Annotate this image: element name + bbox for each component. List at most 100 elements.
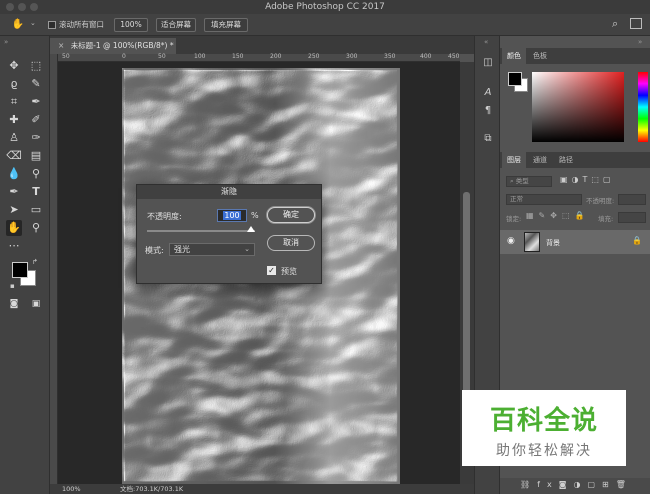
eraser-tool-icon[interactable]: ⌫ bbox=[6, 148, 22, 164]
tab-paths[interactable]: 路径 bbox=[554, 152, 578, 168]
chevron-down-icon: ⌄ bbox=[244, 245, 250, 253]
fill-screen-button[interactable]: 填充屏幕 bbox=[204, 18, 248, 32]
ruler-label: 100 bbox=[194, 53, 206, 60]
tab-layers[interactable]: 图层 bbox=[502, 152, 526, 168]
layer-action-icons[interactable]: ⛓fx◙◑▢⊞🗑 bbox=[520, 480, 633, 489]
fade-dialog: 渐隐 不透明度: 100 % 模式: 强光 ⌄ 确定 取消 ✓ 预览 bbox=[136, 184, 322, 284]
type-tool-icon[interactable]: T bbox=[28, 184, 44, 200]
fade-mode-value: 强光 bbox=[174, 245, 190, 254]
ok-button[interactable]: 确定 bbox=[267, 207, 315, 223]
opacity-label: 不透明度: bbox=[586, 197, 615, 205]
path-selection-tool-icon[interactable]: ➤ bbox=[6, 202, 22, 218]
collapse-dock-icon[interactable]: » bbox=[638, 38, 642, 46]
brush-tool-icon[interactable]: ✐ bbox=[28, 112, 44, 128]
tab-channels[interactable]: 通道 bbox=[528, 152, 552, 168]
horizontal-ruler: 50 0 50 100 150 200 250 300 350 400 450 bbox=[58, 53, 460, 62]
fade-dialog-title: 渐隐 bbox=[137, 185, 321, 199]
foreground-color-swatch[interactable] bbox=[12, 262, 28, 278]
tab-color[interactable]: 颜色 bbox=[502, 48, 526, 64]
ruler-label: 50 bbox=[158, 53, 166, 60]
close-window-icon[interactable] bbox=[6, 3, 14, 11]
adjustments-icon[interactable]: ⧉ bbox=[481, 132, 495, 146]
layer-name: 背景 bbox=[546, 239, 560, 247]
layer-row[interactable]: ◉ 背景 🔒 bbox=[500, 230, 650, 254]
ruler-label: 450 bbox=[448, 53, 460, 60]
blend-mode-select[interactable]: 正常 bbox=[506, 194, 582, 205]
close-tab-icon[interactable]: × bbox=[58, 41, 64, 50]
chevron-down-icon[interactable]: ⌄ bbox=[30, 19, 36, 27]
ruler-label: 400 bbox=[420, 53, 432, 60]
workspace-icon[interactable] bbox=[630, 18, 642, 29]
lock-icon: 🔒 bbox=[632, 236, 642, 245]
screen-mode-icon[interactable]: ▣ bbox=[28, 296, 44, 312]
preview-label: 预览 bbox=[281, 267, 297, 276]
vertical-ruler bbox=[50, 54, 58, 484]
rectangle-tool-icon[interactable]: ▭ bbox=[28, 202, 44, 218]
zoom-tool-icon[interactable]: ⚲ bbox=[28, 220, 44, 236]
lasso-tool-icon[interactable]: ϱ bbox=[6, 76, 22, 92]
minimize-window-icon[interactable] bbox=[18, 3, 26, 11]
crop-tool-icon[interactable]: ⌗ bbox=[6, 94, 22, 110]
clone-stamp-tool-icon[interactable]: ♙ bbox=[6, 130, 22, 146]
percent-label: % bbox=[251, 211, 259, 220]
options-bar: ✋ ⌄ 滚动所有窗口 100% 适合屏幕 填充屏幕 ⌕ bbox=[0, 14, 650, 36]
layer-kind-filter[interactable]: ⌕ 类型 bbox=[506, 176, 552, 187]
hand-tool-preset-icon[interactable]: ✋ bbox=[10, 17, 26, 33]
dodge-tool-icon[interactable]: ⚲ bbox=[28, 166, 44, 182]
scroll-all-windows-label: 滚动所有窗口 bbox=[59, 20, 104, 29]
ruler-label: 350 bbox=[384, 53, 396, 60]
layer-kind-filter-label: 类型 bbox=[515, 177, 529, 185]
quick-select-tool-icon[interactable]: ✎ bbox=[28, 76, 44, 92]
edit-toolbar-icon[interactable]: ⋯ bbox=[6, 238, 22, 254]
watermark: 百科全说 助你轻松解决 bbox=[462, 390, 626, 466]
lock-icons[interactable]: ▦✎✥⬚🔒 bbox=[526, 211, 589, 220]
pen-tool-icon[interactable]: ✒ bbox=[6, 184, 22, 200]
document-info[interactable]: 文档:703.1K/703.1K bbox=[120, 484, 183, 494]
character-panel-icon[interactable]: A bbox=[481, 86, 495, 100]
quick-mask-icon[interactable]: ◙ bbox=[6, 296, 22, 312]
document-tab[interactable]: × 未标题-1 @ 100%(RGB/8*) * bbox=[50, 38, 176, 54]
panel-fg-swatch[interactable] bbox=[508, 72, 522, 86]
swap-colors-icon[interactable]: ↱ bbox=[32, 258, 38, 266]
expand-panels-icon[interactable]: « bbox=[484, 38, 488, 46]
fade-opacity-slider[interactable] bbox=[147, 230, 255, 232]
zoom-window-icon[interactable] bbox=[30, 3, 38, 11]
document-tab-bar: × 未标题-1 @ 100%(RGB/8*) * bbox=[50, 36, 474, 54]
hand-tool-icon[interactable]: ✋ bbox=[6, 220, 22, 236]
lock-label: 锁定: bbox=[506, 215, 522, 223]
eyedropper-tool-icon[interactable]: ✒ bbox=[28, 94, 44, 110]
scroll-all-windows-checkbox[interactable] bbox=[48, 21, 56, 29]
collapse-toolbar-icon[interactable]: » bbox=[4, 38, 8, 46]
fill-field[interactable] bbox=[618, 212, 646, 223]
fade-opacity-value: 100 bbox=[223, 211, 241, 220]
tab-swatches[interactable]: 色板 bbox=[528, 48, 552, 64]
layers-panel-tabs: 图层 通道 路径 bbox=[500, 152, 650, 168]
fade-opacity-input[interactable]: 100 bbox=[217, 209, 247, 222]
move-tool-icon[interactable]: ✥ bbox=[6, 58, 22, 74]
zoom-level[interactable]: 100% bbox=[62, 484, 81, 494]
fade-opacity-slider-handle[interactable] bbox=[247, 226, 255, 232]
preview-checkbox[interactable]: ✓ bbox=[267, 266, 276, 275]
opacity-field[interactable] bbox=[618, 194, 646, 205]
color-picker-field[interactable] bbox=[532, 72, 624, 142]
marquee-tool-icon[interactable]: ⬚ bbox=[28, 58, 44, 74]
gradient-tool-icon[interactable]: ▤ bbox=[28, 148, 44, 164]
cancel-button[interactable]: 取消 bbox=[267, 235, 315, 251]
fit-screen-button[interactable]: 适合屏幕 bbox=[156, 18, 196, 32]
window-title: Adobe Photoshop CC 2017 bbox=[265, 2, 385, 12]
eye-icon[interactable]: ◉ bbox=[507, 236, 515, 246]
layer-filter-icons[interactable]: ▣◑T⬚▢ bbox=[560, 175, 615, 184]
fade-mode-select[interactable]: 强光 ⌄ bbox=[169, 243, 255, 256]
paragraph-panel-icon[interactable]: ¶ bbox=[481, 104, 495, 118]
ruler-label: 50 bbox=[62, 53, 70, 60]
ruler-label: 250 bbox=[308, 53, 320, 60]
libraries-icon[interactable]: ◫ bbox=[481, 56, 495, 70]
zoom-100-button[interactable]: 100% bbox=[114, 18, 148, 32]
blur-tool-icon[interactable]: 💧 bbox=[6, 166, 22, 182]
search-icon[interactable]: ⌕ bbox=[612, 17, 618, 31]
healing-brush-tool-icon[interactable]: ✚ bbox=[6, 112, 22, 128]
hue-slider[interactable] bbox=[638, 72, 648, 142]
vertical-scrollbar-thumb[interactable] bbox=[463, 192, 470, 412]
default-colors-icon[interactable]: ▪ bbox=[10, 282, 15, 290]
history-brush-tool-icon[interactable]: ✑ bbox=[28, 130, 44, 146]
